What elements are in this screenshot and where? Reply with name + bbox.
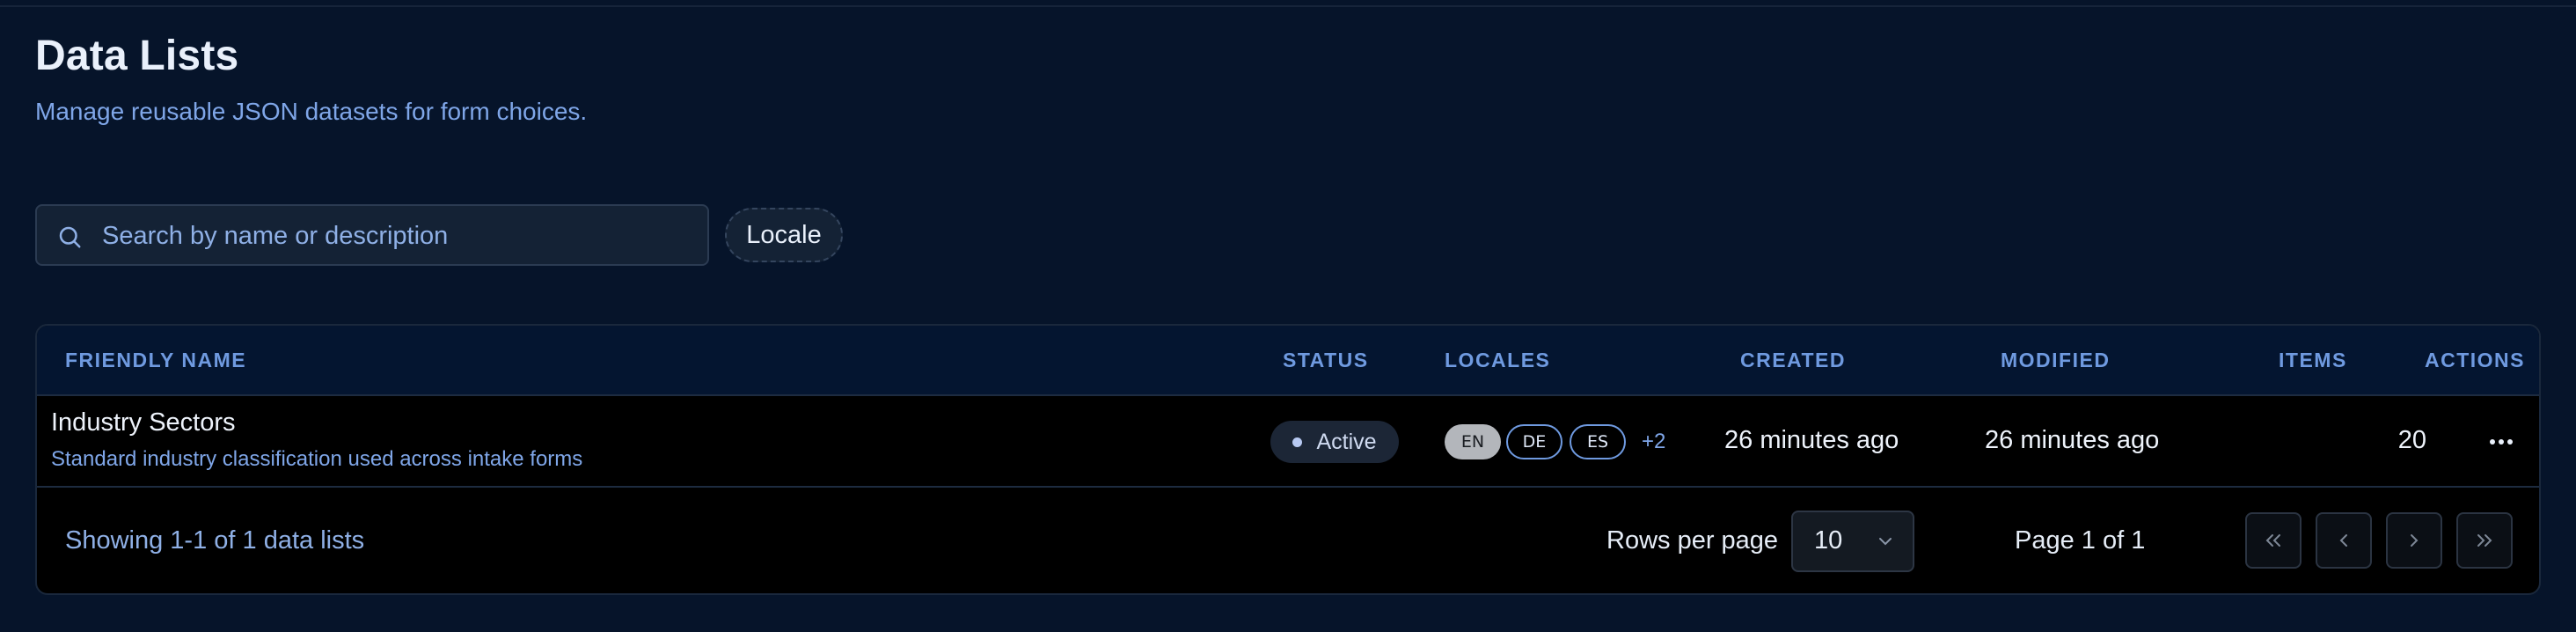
column-header-status[interactable]: STATUS — [1283, 349, 1369, 372]
locale-more-count: +2 — [1642, 430, 1666, 453]
column-header-actions: ACTIONS — [2425, 349, 2525, 371]
showing-count: Showing 1-1 of 1 data lists — [65, 526, 365, 555]
column-header-items[interactable]: ITEMS — [2279, 349, 2347, 372]
chevron-left-icon — [2339, 534, 2347, 547]
row-actions-button[interactable] — [2479, 423, 2523, 461]
data-lists-table: FRIENDLY NAME STATUS LOCALES CREATED MOD… — [35, 324, 2541, 595]
column-header-friendly-name[interactable]: FRIENDLY NAME — [65, 349, 246, 372]
search-input[interactable] — [100, 206, 684, 266]
page-title: Data Lists — [35, 33, 239, 79]
row-items-count: 20 — [2397, 426, 2426, 454]
table-footer: Showing 1-1 of 1 data lists Rows per pag… — [37, 488, 2539, 593]
column-header-created[interactable]: CREATED — [1740, 349, 1846, 372]
rows-per-page-value: 10 — [1814, 526, 1843, 555]
table-header: FRIENDLY NAME STATUS LOCALES CREATED MOD… — [37, 326, 2539, 396]
locale-chip-en: EN — [1445, 424, 1501, 459]
rows-per-page-select[interactable]: 10 — [1791, 511, 1914, 572]
locale-filter-label: Locale — [746, 220, 822, 249]
search-box[interactable] — [35, 204, 709, 266]
status-badge: Active — [1270, 421, 1399, 463]
status-dot-icon — [1292, 437, 1303, 447]
chevron-right-icon — [2411, 534, 2419, 547]
chevron-down-icon — [1879, 538, 1892, 546]
previous-page-button[interactable] — [2316, 512, 2372, 569]
row-modified: 26 minutes ago — [1985, 426, 2160, 454]
locale-chip-de: DE — [1506, 424, 1562, 459]
last-page-button[interactable] — [2456, 512, 2513, 569]
status-label: Active — [1316, 429, 1377, 454]
row-created: 26 minutes ago — [1724, 426, 1899, 454]
top-divider — [0, 5, 2576, 7]
rows-per-page-label: Rows per page — [1606, 526, 1779, 555]
row-description: Standard industry classification used ac… — [51, 447, 583, 471]
chevrons-left-icon — [2265, 534, 2280, 547]
table-row[interactable]: Industry Sectors Standard industry class… — [37, 396, 2539, 488]
next-page-button[interactable] — [2386, 512, 2442, 569]
more-horizontal-icon — [2490, 439, 2513, 445]
page-indicator: Page 1 of 1 — [2015, 526, 2146, 555]
page-subtitle: Manage reusable JSON datasets for form c… — [35, 98, 588, 125]
column-header-modified[interactable]: MODIFIED — [2001, 349, 2110, 372]
locale-chip-es: ES — [1570, 424, 1626, 459]
first-page-button[interactable] — [2245, 512, 2302, 569]
locale-filter-button[interactable]: Locale — [725, 208, 843, 262]
chevrons-right-icon — [2477, 534, 2492, 547]
search-icon — [59, 226, 81, 248]
row-name[interactable]: Industry Sectors — [51, 408, 236, 437]
column-header-locales[interactable]: LOCALES — [1445, 349, 1550, 372]
